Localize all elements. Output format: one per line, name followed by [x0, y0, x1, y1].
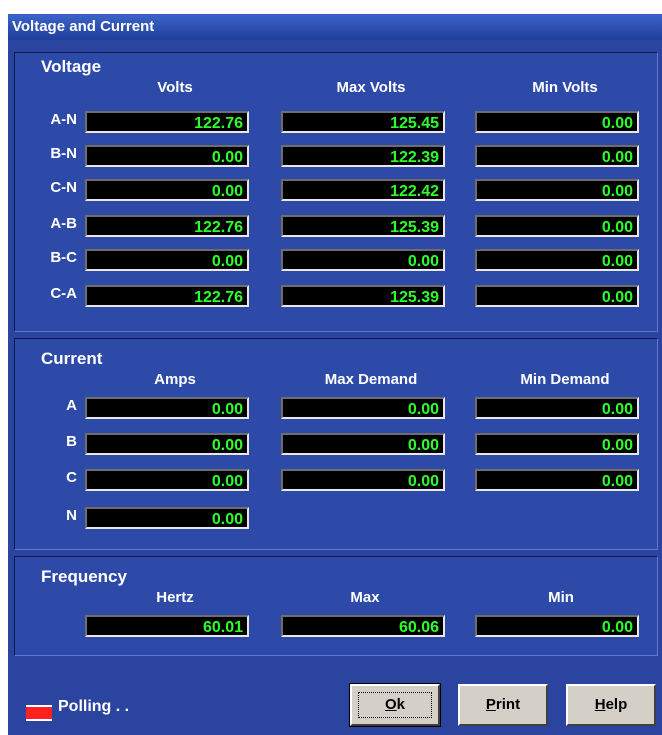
amps-b: 0.00 [85, 433, 249, 455]
print-button[interactable]: Print [458, 684, 548, 726]
min-volts-a-n: 0.00 [475, 111, 639, 133]
volts-b-n: 0.00 [85, 145, 249, 167]
col-min-demand: Min Demand [520, 371, 610, 388]
min-hertz-value: 0.00 [475, 615, 639, 637]
max-demand-c: 0.00 [281, 469, 445, 491]
row-label-c: C [66, 469, 77, 486]
min-demand-c: 0.00 [475, 469, 639, 491]
row-label-a: A [66, 397, 77, 414]
amps-c: 0.00 [85, 469, 249, 491]
row-label-b-c: B-C [50, 249, 77, 266]
frequency-title: Frequency [41, 567, 127, 586]
row-label-b-n: B-N [50, 145, 77, 162]
max-volts-b-n: 122.39 [281, 145, 445, 167]
min-volts-b-n: 0.00 [475, 145, 639, 167]
volts-a-n: 122.76 [85, 111, 249, 133]
max-volts-c-a: 125.39 [281, 285, 445, 307]
min-volts-b-c: 0.00 [475, 249, 639, 271]
voltage-current-window: Voltage and Current Voltage Volts Max Vo… [0, 0, 662, 735]
volts-c-a: 122.76 [85, 285, 249, 307]
voltage-panel: Voltage Volts Max Volts Min Volts A-N 12… [14, 52, 658, 332]
current-title: Current [41, 349, 103, 368]
row-label-b: B [66, 433, 77, 450]
row-label-a-n: A-N [50, 111, 77, 128]
col-max: Max [350, 589, 380, 606]
min-volts-c-a: 0.00 [475, 285, 639, 307]
col-min-volts: Min Volts [532, 79, 598, 96]
current-panel: Current Amps Max Demand Min Demand A 0.0… [14, 338, 658, 550]
row-label-a-b: A-B [50, 215, 77, 232]
polling-status: Polling . . [58, 698, 130, 715]
col-max-volts: Max Volts [336, 79, 406, 96]
row-label-c-a: C-A [50, 285, 77, 302]
col-min: Min [548, 589, 574, 606]
max-demand-b: 0.00 [281, 433, 445, 455]
row-label-n: N [66, 507, 77, 524]
row-label-c-n: C-N [50, 179, 77, 196]
min-demand-a: 0.00 [475, 397, 639, 419]
col-hertz: Hertz [156, 589, 194, 606]
window-title: Voltage and Current [8, 14, 662, 40]
min-volts-a-b: 0.00 [475, 215, 639, 237]
amps-n: 0.00 [85, 507, 249, 529]
col-max-demand: Max Demand [324, 371, 418, 388]
amps-a: 0.00 [85, 397, 249, 419]
max-demand-a: 0.00 [281, 397, 445, 419]
frequency-panel: Frequency Hertz Max Min 60.01 60.06 0.00 [14, 556, 658, 656]
ok-button[interactable]: Ok [349, 683, 441, 727]
max-volts-c-n: 122.42 [281, 179, 445, 201]
dialog-body: Voltage Volts Max Volts Min Volts A-N 12… [8, 40, 662, 735]
max-hertz-value: 60.06 [281, 615, 445, 637]
voltage-title: Voltage [41, 57, 102, 76]
volts-c-n: 0.00 [85, 179, 249, 201]
max-volts-a-b: 125.39 [281, 215, 445, 237]
volts-b-c: 0.00 [85, 249, 249, 271]
col-amps: Amps [154, 371, 196, 388]
help-button[interactable]: Help [566, 684, 656, 726]
hertz-value: 60.01 [85, 615, 249, 637]
max-volts-b-c: 0.00 [281, 249, 445, 271]
col-volts: Volts [157, 79, 193, 96]
status-bar: Polling . . Ok Print Help [14, 660, 658, 730]
volts-a-b: 122.76 [85, 215, 249, 237]
min-volts-c-n: 0.00 [475, 179, 639, 201]
max-volts-a-n: 125.45 [281, 111, 445, 133]
polling-indicator-icon [26, 705, 52, 721]
min-demand-b: 0.00 [475, 433, 639, 455]
